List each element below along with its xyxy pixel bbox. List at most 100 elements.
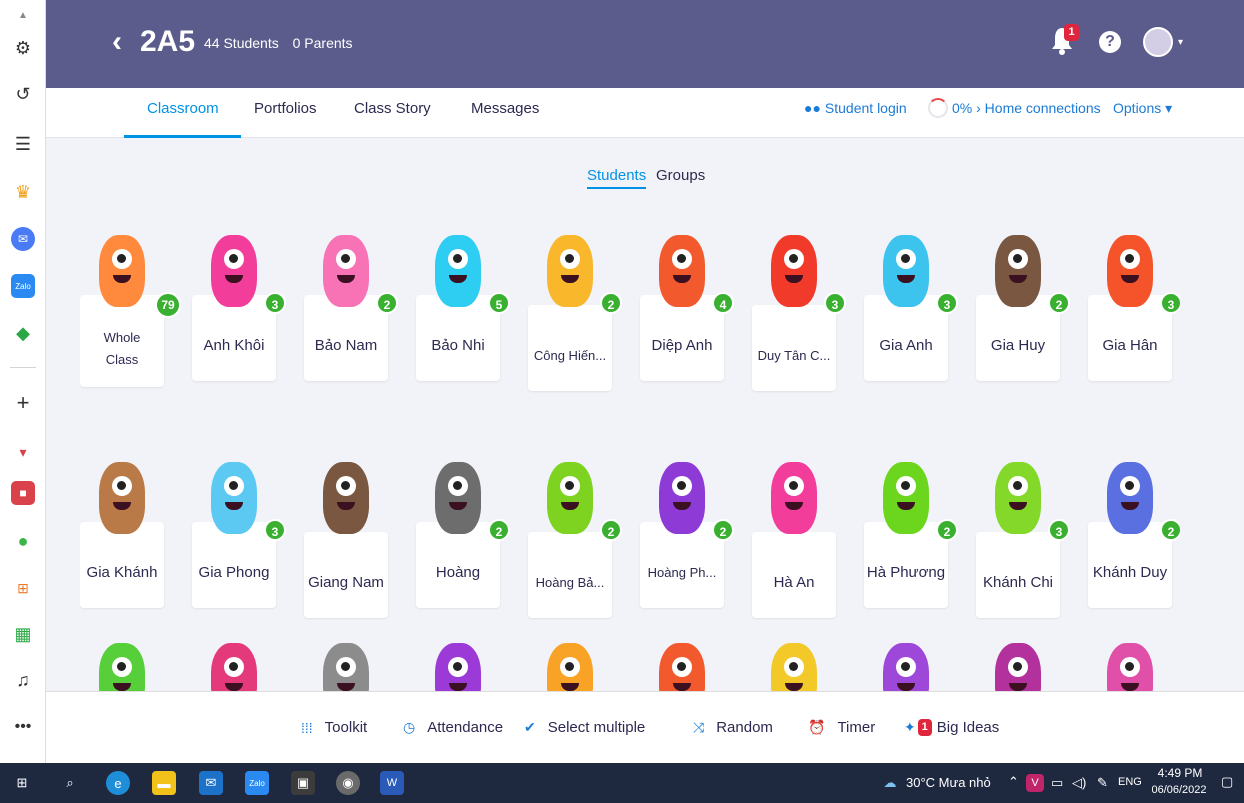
student-card[interactable]: Anh Khôi xyxy=(192,295,276,381)
zalo-taskbar-icon[interactable]: Zalo xyxy=(245,771,269,795)
monster-avatar[interactable] xyxy=(323,643,369,691)
edge-browser-icon[interactable]: e xyxy=(106,771,130,795)
monster-avatar[interactable] xyxy=(211,462,257,534)
monster-avatar[interactable] xyxy=(1107,643,1153,691)
help-icon[interactable]: ? xyxy=(1099,31,1121,53)
back-chevron-icon[interactable]: ‹ xyxy=(112,27,122,57)
clock-time[interactable]: 4:49 PM xyxy=(1154,766,1206,780)
monster-avatar[interactable] xyxy=(883,643,929,691)
monster-avatar[interactable] xyxy=(435,235,481,307)
options-dropdown[interactable]: Options ▾ xyxy=(1113,100,1172,117)
home-connections-link[interactable]: 0% › Home connections xyxy=(952,100,1101,116)
monster-avatar[interactable] xyxy=(1107,462,1153,534)
toolkit-button[interactable]: ⁞⁞⁞ Toolkit xyxy=(301,719,367,736)
student-card[interactable]: Hoàng xyxy=(416,522,500,608)
map-pin-icon[interactable]: ● xyxy=(11,529,35,553)
monster-avatar[interactable] xyxy=(211,235,257,307)
groups-toggle[interactable]: Groups xyxy=(656,167,705,184)
monster-avatar[interactable] xyxy=(995,462,1041,534)
reading-list-icon[interactable]: ☰ xyxy=(11,132,35,156)
spreadsheet-icon[interactable]: ▦ xyxy=(11,622,35,646)
student-card[interactable]: Hà An xyxy=(752,532,836,618)
weather-text[interactable]: 30°C Mưa nhỏ xyxy=(906,775,991,790)
pen-icon[interactable]: ✎ xyxy=(1097,775,1108,791)
monster-avatar[interactable] xyxy=(883,235,929,307)
monster-avatar[interactable] xyxy=(547,462,593,534)
monster-avatar[interactable] xyxy=(323,235,369,307)
messenger-icon[interactable]: ✉ xyxy=(11,227,35,251)
avatar-caret-icon[interactable]: ▾ xyxy=(1178,37,1183,48)
monster-avatar[interactable] xyxy=(659,235,705,307)
user-avatar[interactable] xyxy=(1143,27,1173,57)
select-multiple-button[interactable]: ✔ Select multiple xyxy=(524,719,645,736)
scroll-up-icon[interactable]: ▲ xyxy=(11,3,35,27)
student-card[interactable]: Diệp Anh xyxy=(640,295,724,381)
more-options-icon[interactable]: ••• xyxy=(11,715,35,739)
download-icon[interactable]: ▾ xyxy=(11,440,35,464)
monster-avatar[interactable] xyxy=(883,462,929,534)
monster-avatar[interactable] xyxy=(211,643,257,691)
crown-icon[interactable]: ♛ xyxy=(11,180,35,204)
student-card[interactable]: Gia Hân xyxy=(1088,295,1172,381)
random-button[interactable]: ⤨ Random xyxy=(693,719,773,736)
volume-icon[interactable]: ◁) xyxy=(1072,775,1086,791)
shopee-icon[interactable]: ■ xyxy=(11,481,35,505)
windows-start-icon[interactable]: ⊞ xyxy=(10,771,34,795)
students-toggle[interactable]: Students xyxy=(587,167,647,189)
student-card[interactable]: Hoàng Bả... xyxy=(528,532,612,618)
monster-avatar[interactable] xyxy=(99,462,145,534)
clock-date[interactable]: 06/06/2022 xyxy=(1148,784,1210,796)
mail-icon[interactable]: ✉ xyxy=(199,771,223,795)
monster-avatar[interactable] xyxy=(771,643,817,691)
tab-class-story[interactable]: Class Story xyxy=(354,100,431,117)
monster-avatar[interactable] xyxy=(435,462,481,534)
timer-button[interactable]: ⏰ Timer xyxy=(808,719,875,736)
monster-avatar[interactable] xyxy=(547,643,593,691)
attendance-button[interactable]: ◷ Attendance xyxy=(403,719,503,736)
student-card[interactable]: Công Hiến... xyxy=(528,305,612,391)
student-card[interactable]: Gia Phong xyxy=(192,522,276,608)
monster-avatar[interactable] xyxy=(323,462,369,534)
tab-portfolios[interactable]: Portfolios xyxy=(254,100,317,117)
student-card[interactable]: Gia Khánh xyxy=(80,522,164,608)
student-card[interactable]: Khánh Duy xyxy=(1088,522,1172,608)
tray-chevron-icon[interactable]: ⌃ xyxy=(1008,774,1019,790)
student-card[interactable]: Bảo Nam xyxy=(304,295,388,381)
student-card[interactable]: Gia Anh xyxy=(864,295,948,381)
student-card[interactable]: Hoàng Ph... xyxy=(640,522,724,608)
network-icon[interactable]: ▭ xyxy=(1051,775,1063,791)
monster-avatar[interactable] xyxy=(547,235,593,307)
zalo-icon[interactable]: Zalo xyxy=(11,274,35,298)
word-icon[interactable]: W xyxy=(380,771,404,795)
notifications-bell-icon[interactable]: ♫ xyxy=(11,668,35,692)
tab-messages[interactable]: Messages xyxy=(471,100,539,117)
monster-avatar[interactable] xyxy=(659,643,705,691)
student-card[interactable]: Giang Nam xyxy=(304,532,388,618)
cart-icon[interactable]: ⊞ xyxy=(11,576,35,600)
file-explorer-icon[interactable]: ▬ xyxy=(152,771,176,795)
student-card[interactable]: Bảo Nhi xyxy=(416,295,500,381)
v-app-tray-icon[interactable]: V xyxy=(1026,774,1044,792)
store-icon[interactable]: ▣ xyxy=(291,771,315,795)
student-card[interactable]: Khánh Chi xyxy=(976,532,1060,618)
student-card[interactable]: Duy Tân C... xyxy=(752,305,836,391)
monster-avatar[interactable] xyxy=(659,462,705,534)
monster-avatar[interactable] xyxy=(995,643,1041,691)
monster-avatar[interactable] xyxy=(435,643,481,691)
student-login-link[interactable]: ●● Student login xyxy=(804,100,907,116)
search-icon[interactable]: ⌕ xyxy=(58,771,82,795)
add-app-icon[interactable]: + xyxy=(11,390,35,415)
classdojo-app-icon[interactable]: ◉ xyxy=(336,771,360,795)
student-card[interactable]: Gia Huy xyxy=(976,295,1060,381)
monster-avatar[interactable] xyxy=(771,235,817,307)
settings-gear-icon[interactable]: ⚙ xyxy=(11,36,35,60)
monster-avatar[interactable] xyxy=(99,643,145,691)
big-ideas-button[interactable]: ✦ 1 Big Ideas xyxy=(904,719,999,736)
whole-class-avatar[interactable] xyxy=(99,235,145,307)
whole-class-card[interactable]: Whole Class xyxy=(80,295,164,387)
monster-avatar[interactable] xyxy=(771,462,817,534)
history-icon[interactable]: ↺ xyxy=(11,82,35,106)
monster-avatar[interactable] xyxy=(1107,235,1153,307)
student-card[interactable]: Hà Phương xyxy=(864,522,948,608)
monster-avatar[interactable] xyxy=(995,235,1041,307)
